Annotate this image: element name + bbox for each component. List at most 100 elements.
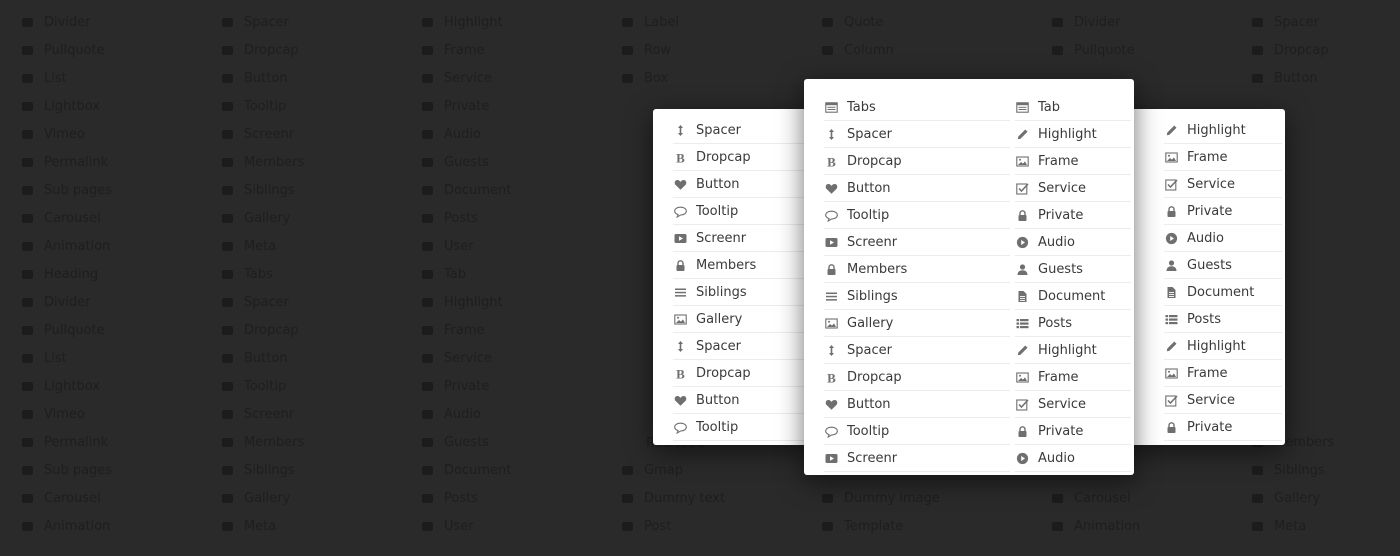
background-item: Label — [620, 8, 820, 36]
background-item-label: Template — [844, 518, 904, 534]
menu-item-button[interactable]: Button — [673, 387, 809, 414]
menu-item-spacer[interactable]: Spacer — [673, 117, 809, 144]
menu-item-tooltip[interactable]: Tooltip — [824, 202, 1010, 229]
menu-item-frame[interactable]: Frame — [1164, 360, 1282, 387]
menu-item-label: Button — [847, 396, 891, 412]
menu-item-highlight[interactable]: Highlight — [1164, 117, 1282, 144]
menu-item-highlight[interactable]: Highlight — [1015, 121, 1131, 148]
menu-item-service[interactable]: Service — [1164, 171, 1282, 198]
menu-item-gallery[interactable]: Gallery — [824, 310, 1010, 337]
menu-item-tooltip[interactable]: Tooltip — [673, 414, 809, 441]
background-item-label: Dropcap — [244, 322, 299, 338]
background-item-label: Label — [644, 14, 680, 30]
menu-item-members[interactable]: Members — [673, 252, 809, 279]
background-item: Gmap — [620, 456, 820, 484]
menu-item-gallery[interactable]: Gallery — [673, 306, 809, 333]
background-item-icon — [20, 437, 34, 448]
menu-item-audio[interactable]: Audio — [1015, 445, 1131, 472]
menu-item-dropcap[interactable]: B Dropcap — [673, 360, 809, 387]
background-item-icon — [220, 493, 234, 504]
background-item-label: Permalink — [44, 434, 109, 450]
background-item-icon — [420, 353, 434, 364]
background-item-label: Lightbox — [44, 378, 100, 394]
menu-item-posts[interactable]: Posts — [1164, 306, 1282, 333]
menu-item-spacer[interactable]: Spacer — [824, 337, 1010, 364]
background-item-label: Row — [644, 42, 672, 58]
background-item: Members — [220, 148, 420, 176]
document-icon — [1015, 289, 1029, 303]
menu-item-dropcap[interactable]: B Dropcap — [673, 144, 809, 171]
menu-item-tab[interactable]: Tab — [1015, 94, 1131, 121]
menu-item-highlight[interactable]: Highlight — [1164, 333, 1282, 360]
background-item-icon — [420, 241, 434, 252]
menu-item-audio[interactable]: Audio — [1015, 229, 1131, 256]
menu-item-label: Tooltip — [696, 203, 739, 219]
menu-item-highlight[interactable]: Highlight — [1015, 337, 1131, 364]
menu-item-audio[interactable]: Audio — [1164, 225, 1282, 252]
background-item: Posts — [420, 204, 620, 232]
menu-item-spacer[interactable]: Spacer — [673, 333, 809, 360]
background-item-icon — [820, 521, 834, 532]
background-item-icon — [220, 325, 234, 336]
background-item-icon — [220, 353, 234, 364]
menu-item-siblings[interactable]: Siblings — [673, 279, 809, 306]
menu-item-button[interactable]: Button — [673, 171, 809, 198]
menu-item-frame[interactable]: Frame — [1015, 364, 1131, 391]
menu-item-tooltip[interactable]: Tooltip — [673, 198, 809, 225]
menu-item-document[interactable]: Document — [1015, 283, 1131, 310]
menu-item-private[interactable]: Private — [1015, 202, 1131, 229]
background-item-icon — [20, 213, 34, 224]
menu-item-screenr[interactable]: Screenr — [824, 445, 1010, 472]
audio-icon — [1015, 235, 1029, 249]
menu-item-guests[interactable]: Guests — [1164, 252, 1282, 279]
background-item: Pullquote — [20, 36, 220, 64]
menu-item-private[interactable]: Private — [1015, 418, 1131, 445]
menu-item-label: Frame — [1038, 369, 1079, 385]
menu-item-label: Members — [847, 261, 908, 277]
menu-item-guests[interactable]: Guests — [1015, 256, 1131, 283]
background-item-icon — [220, 241, 234, 252]
play-icon — [824, 235, 838, 249]
menu-item-frame[interactable]: Frame — [1164, 144, 1282, 171]
background-item: Box — [620, 64, 820, 92]
background-item-label: Document — [444, 462, 512, 478]
menu-item-members[interactable]: Members — [824, 256, 1010, 283]
menu-item-screenr[interactable]: Screenr — [673, 225, 809, 252]
svg-text:B: B — [827, 371, 836, 384]
menu-item-service[interactable]: Service — [1015, 391, 1131, 418]
menu-item-dropcap[interactable]: B Dropcap — [824, 148, 1010, 175]
menu-item-button[interactable]: Button — [824, 175, 1010, 202]
menu-item-label: Button — [696, 176, 740, 192]
menu-item-screenr[interactable]: Screenr — [824, 229, 1010, 256]
background-item-label: Heading — [44, 266, 99, 282]
background-item-label: Frame — [444, 42, 485, 58]
background-item-label: Meta — [244, 518, 277, 534]
background-item: Meta — [220, 232, 420, 260]
background-item: Permalink — [20, 148, 220, 176]
background-item: Service — [420, 344, 620, 372]
menu-item-tooltip[interactable]: Tooltip — [824, 418, 1010, 445]
menu-item-siblings[interactable]: Siblings — [824, 283, 1010, 310]
menu-item-private[interactable]: Private — [1164, 414, 1282, 441]
menu-item-label: Private — [1187, 419, 1233, 435]
menu-item-document[interactable]: Document — [1164, 279, 1282, 306]
background-item: Dummy text — [620, 484, 820, 512]
menu-item-posts[interactable]: Posts — [1015, 310, 1131, 337]
background-item-icon — [620, 45, 634, 56]
menu-item-dropcap[interactable]: B Dropcap — [824, 364, 1010, 391]
menu-item-private[interactable]: Private — [1164, 198, 1282, 225]
background-item-label: Animation — [44, 518, 111, 534]
menu-item-button[interactable]: Button — [824, 391, 1010, 418]
menu-item-service[interactable]: Service — [1164, 387, 1282, 414]
menu-column-1: Tabs Spacer B Dropcap Button Tooltip Screenr Me… — [824, 94, 1010, 472]
menu-item-service[interactable]: Service — [1015, 175, 1131, 202]
menu-item-tabs[interactable]: Tabs — [824, 94, 1010, 121]
menu-item-frame[interactable]: Frame — [1015, 148, 1131, 175]
background-item: User — [420, 232, 620, 260]
background-item-label: Spacer — [244, 14, 289, 30]
background-item: Members — [220, 428, 420, 456]
background-item-label: Guests — [444, 434, 489, 450]
background-item-icon — [220, 381, 234, 392]
menu-item-spacer[interactable]: Spacer — [824, 121, 1010, 148]
background-item-label: Screenr — [244, 406, 295, 422]
